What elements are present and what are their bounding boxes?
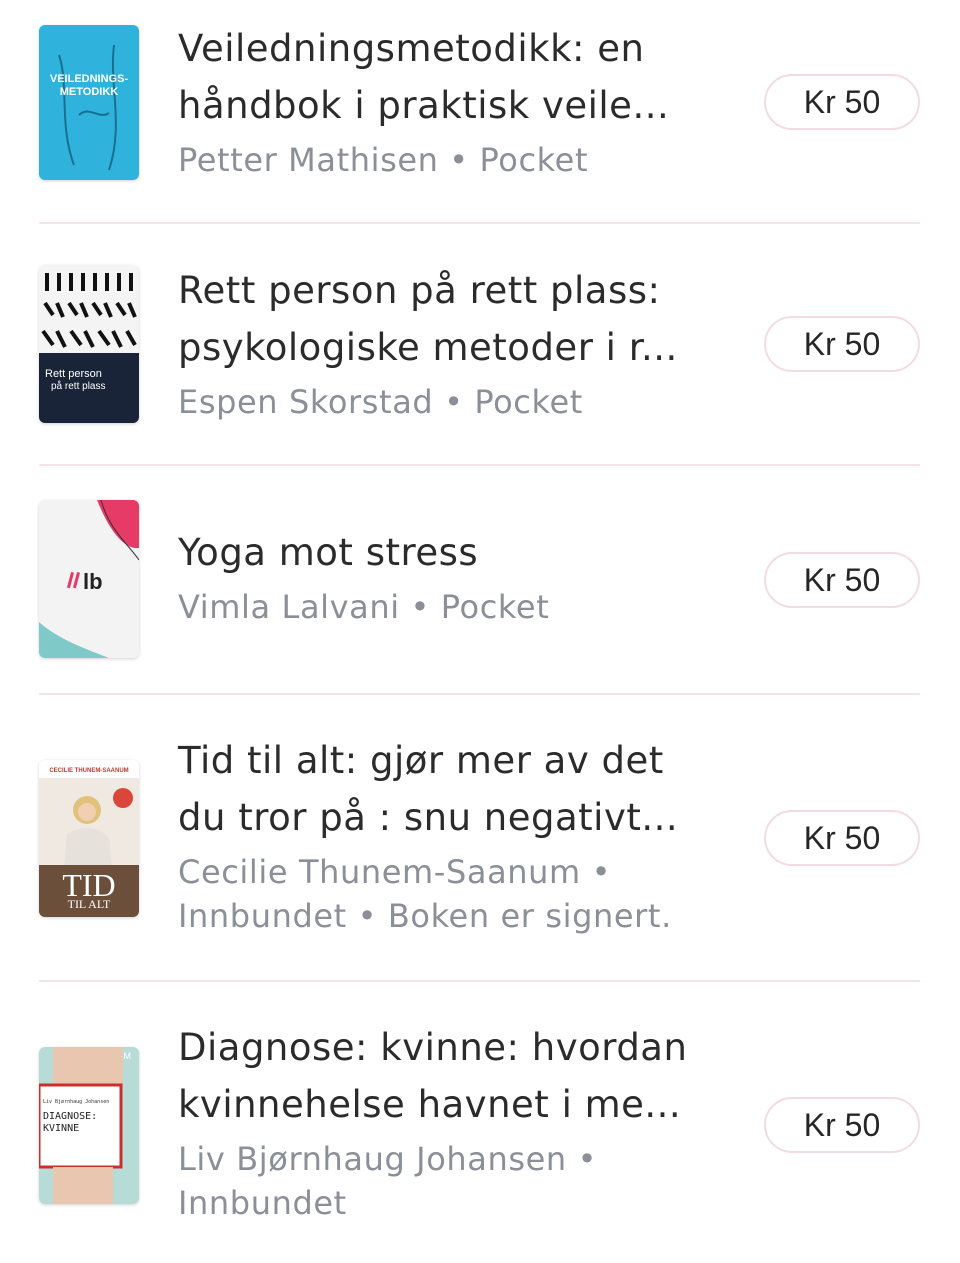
book-cover[interactable]: Rett person på rett plass (39, 265, 139, 423)
book-meta-line: Vimla Lalvani • Pocket (178, 588, 550, 626)
list-item[interactable]: CECILIE THUNEM-SAANUM TID TIL ALT Tid ti… (39, 732, 920, 952)
book-title-line: Rett person på rett plass: (178, 269, 661, 312)
list-item[interactable]: Rett person på rett plass Rett person på… (39, 262, 920, 442)
book-info: Veiledningsmetodikk: en håndbok i prakti… (178, 20, 718, 182)
book-title-line: Veiledningsmetodikk: en (178, 27, 645, 70)
book-meta: Liv Bjørnhaug Johansen • Innbundet (178, 1137, 718, 1225)
price-button[interactable]: Kr 50 (764, 1097, 920, 1153)
book-info: Rett person på rett plass: psykologiske … (178, 262, 718, 424)
book-meta-line: Innbundet • Boken er signert. (178, 897, 672, 935)
book-meta: Petter Mathisen • Pocket (178, 138, 718, 182)
list-item[interactable]: lb Yoga mot stress Vimla Lalvani • Pocke… (39, 500, 920, 660)
book-meta-line: Liv Bjørnhaug Johansen • (178, 1140, 598, 1178)
book-meta: Vimla Lalvani • Pocket (178, 585, 718, 629)
book-info: Diagnose: kvinne: hvordan kvinnehelse ha… (178, 1019, 718, 1225)
divider (39, 693, 920, 695)
book-meta-line: Espen Skorstad • Pocket (178, 383, 583, 421)
cover-title-1: DIAGNOSE: (43, 1111, 97, 1122)
book-title[interactable]: Rett person på rett plass: psykologiske … (178, 262, 718, 376)
book-info: Tid til alt: gjør mer av det du tror på … (178, 732, 718, 938)
book-meta-line: Innbundet (178, 1184, 347, 1222)
publisher-logo: lb (83, 569, 103, 594)
book-title-line: kvinnehelse havnet i me... (178, 1083, 682, 1126)
book-meta-line: Cecilie Thunem-Saanum • (178, 853, 612, 891)
book-title-line: håndbok i praktisk veile... (178, 84, 670, 127)
book-title-line: psykologiske metoder i r... (178, 326, 678, 369)
book-cover[interactable]: lb (39, 500, 139, 658)
price-button[interactable]: Kr 50 (764, 74, 920, 130)
book-title[interactable]: Veiledningsmetodikk: en håndbok i prakti… (178, 20, 718, 134)
book-meta: Cecilie Thunem-Saanum • Innbundet • Boke… (178, 850, 718, 938)
list-item[interactable]: VEILEDNINGS- METODIKK Veiledningsmetodik… (39, 20, 920, 200)
cover-title-2: TIL ALT (68, 897, 111, 911)
book-title-line: Yoga mot stress (178, 531, 479, 574)
book-info: Yoga mot stress Vimla Lalvani • Pocket (178, 524, 718, 629)
book-title[interactable]: Yoga mot stress (178, 524, 718, 581)
book-meta: Espen Skorstad • Pocket (178, 380, 718, 424)
divider (39, 464, 920, 466)
divider (39, 980, 920, 982)
divider (39, 222, 920, 224)
publisher-logo: M (124, 1051, 132, 1061)
book-title[interactable]: Tid til alt: gjør mer av det du tror på … (178, 732, 718, 846)
book-meta-line: Petter Mathisen • Pocket (178, 141, 589, 179)
book-title-line: Diagnose: kvinne: hvordan (178, 1026, 688, 1069)
book-cover[interactable]: M Liv Bjørnhaug Johansen DIAGNOSE: KVINN… (39, 1047, 139, 1204)
book-title[interactable]: Diagnose: kvinne: hvordan kvinnehelse ha… (178, 1019, 718, 1133)
price-button[interactable]: Kr 50 (764, 552, 920, 608)
book-cover[interactable]: VEILEDNINGS- METODIKK (39, 25, 139, 180)
price-button[interactable]: Kr 50 (764, 316, 920, 372)
cover-title-1: Rett person (45, 368, 102, 380)
list-item[interactable]: M Liv Bjørnhaug Johansen DIAGNOSE: KVINN… (39, 1019, 920, 1239)
cover-author: CECILIE THUNEM-SAANUM (49, 768, 128, 774)
cover-title-2: på rett plass (51, 380, 105, 392)
cover-author: Liv Bjørnhaug Johansen (43, 1099, 109, 1105)
cover-title-2: KVINNE (43, 1123, 79, 1134)
book-title-line: du tror på : snu negativt... (178, 796, 679, 839)
cover-title-2: METODIKK (60, 86, 119, 98)
book-cover[interactable]: CECILIE THUNEM-SAANUM TID TIL ALT (39, 760, 139, 917)
cover-title-1: VEILEDNINGS- (50, 73, 129, 85)
book-title-line: Tid til alt: gjør mer av det (178, 739, 664, 782)
price-button[interactable]: Kr 50 (764, 810, 920, 866)
